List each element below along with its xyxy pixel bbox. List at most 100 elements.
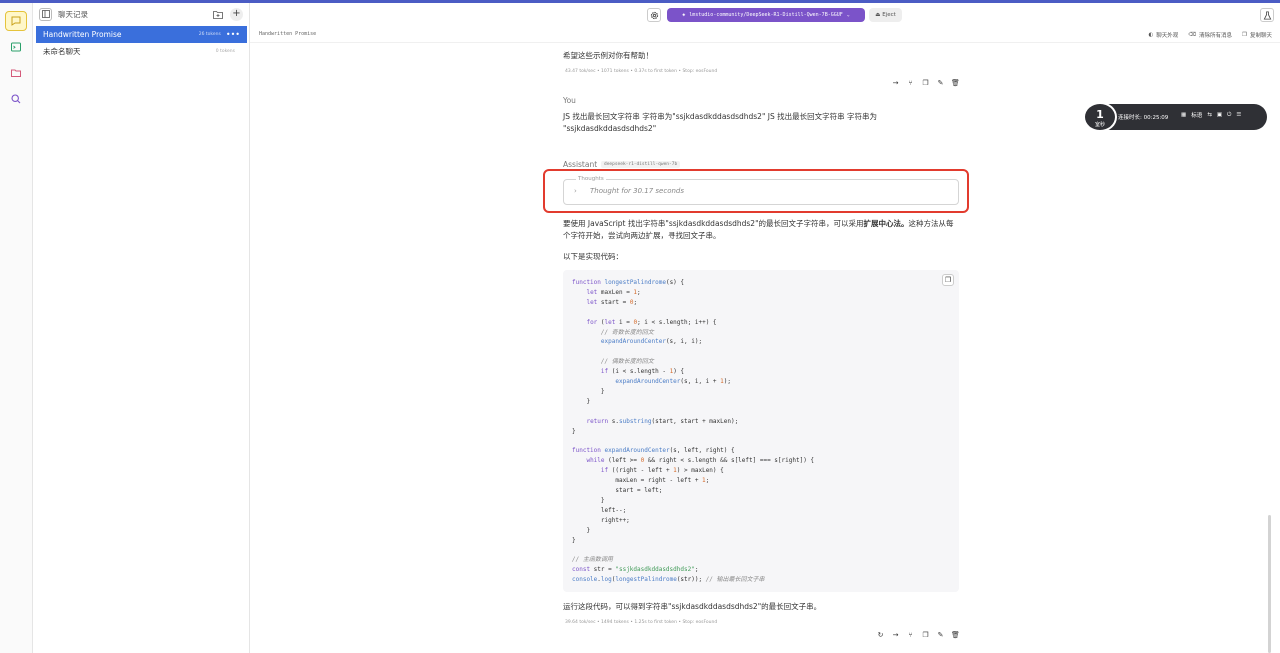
broom-icon: ⌫ (1188, 32, 1197, 38)
model-selector[interactable]: ◈ lmstudio-community/DeepSeek-R1-Distill… (667, 8, 865, 22)
menu-icon[interactable]: ☰ (1236, 112, 1241, 118)
new-chat-button[interactable]: + (230, 7, 243, 21)
power-icon[interactable]: ⏻ (1227, 112, 1231, 119)
eject-label: Eject (882, 12, 896, 18)
folder-icon (11, 69, 21, 77)
chat-item-tokens: 0 tokens (215, 49, 235, 54)
copy-icon: ❐ (944, 276, 952, 284)
copy-icon: ❐ (922, 630, 929, 639)
assistant-model-tag: deepseek-r1-distill-qwen-7b (601, 161, 681, 168)
code-line: } (572, 526, 591, 534)
copy-message-button[interactable]: ❐ (920, 629, 931, 640)
edit-icon: ✎ (937, 78, 944, 87)
toggle-sidebar-button[interactable] (39, 7, 52, 21)
edit-message-button[interactable]: ✎ (935, 629, 946, 640)
search-nav-button[interactable] (5, 89, 27, 109)
copy-message-button[interactable]: ❐ (920, 77, 931, 88)
badge-label: 室秒 (1094, 122, 1105, 128)
code-line: } (572, 397, 591, 405)
clear-messages-label: 清除所有消息 (1199, 33, 1233, 39)
trash-icon: 🗑 (951, 630, 960, 639)
assistant-role-label: Assistant (563, 160, 598, 169)
trash-icon: 🗑 (951, 78, 960, 87)
continue-button[interactable]: → (890, 629, 901, 640)
more-options-icon[interactable]: ••• (226, 30, 240, 39)
code-line: start = left; (572, 487, 663, 495)
chat-item-title: Handwritten Promise (43, 30, 122, 39)
code-line: } (572, 496, 605, 504)
assistant-intro-text: 要使用 JavaScript 找出字符串"ssjkdasdkddasdsdhds… (563, 218, 959, 242)
code-line: left--; (572, 506, 627, 514)
user-role-label: You (563, 96, 576, 105)
final-message-actions: ↻ → ⑂ ❐ ✎ 🗑 (875, 629, 961, 640)
swap-icon[interactable]: ⇆ (1207, 112, 1212, 118)
sidebar-icon (41, 10, 50, 18)
sidebar-header: 聊天记录 + (33, 3, 249, 25)
new-folder-button[interactable] (211, 8, 224, 21)
code-line: function expandAroundCenter(s, left, rig… (572, 447, 735, 455)
final-generation-stats: 39.64 tok/sec • 1494 tokens • 1.25s to f… (565, 620, 718, 625)
duplicate-chat-label: 复制聊天 (1249, 33, 1272, 39)
scrollbar-thumb[interactable] (1268, 515, 1271, 653)
session-badge[interactable]: 1 室秒 (1083, 102, 1117, 132)
delete-message-button[interactable]: 🗑 (950, 77, 961, 88)
regenerate-button[interactable]: ↻ (875, 629, 886, 640)
plus-icon: + (232, 8, 241, 19)
code-line: right++; (572, 516, 630, 524)
closing-text: 运行这段代码，可以得到字符串"ssjkdasdkddasdsdhds2"的最长回… (563, 602, 822, 611)
code-line: // 偶数长度的回文 (600, 358, 654, 366)
gear-icon (650, 11, 658, 19)
copy-icon: ❐ (922, 78, 929, 87)
settings-button[interactable] (647, 8, 661, 22)
branch-button[interactable]: ⑂ (905, 77, 916, 88)
image-icon[interactable]: ▣ (1217, 112, 1222, 118)
search-icon (11, 94, 21, 104)
top-bar: ◈ lmstudio-community/DeepSeek-R1-Distill… (250, 3, 1280, 27)
code-line: let maxLen = 1; (586, 288, 641, 296)
intro-text-bold: 扩展中心法。 (863, 219, 909, 228)
branch-button[interactable]: ⑂ (905, 629, 916, 640)
edit-icon: ✎ (937, 630, 944, 639)
terminal-icon (11, 42, 21, 52)
copy-code-button[interactable]: ❐ (942, 274, 954, 286)
developer-nav-button[interactable] (5, 37, 27, 57)
chat-sidebar: 聊天记录 + Handwritten Promise 26 tokens •••… (33, 3, 250, 653)
session-controls: ▦ 标语 ⇆ ▣ ⏻ ☰ (1181, 111, 1241, 120)
experimental-button[interactable] (1260, 8, 1274, 22)
duplicate-chat-button[interactable]: ❐ 复制聊天 (1242, 31, 1272, 39)
branch-icon: ⑂ (908, 630, 913, 639)
session-item-label[interactable]: 标语 (1191, 111, 1202, 119)
models-nav-button[interactable] (5, 63, 27, 83)
previous-assistant-text: 希望这些示例对你有帮助！ (563, 51, 653, 60)
eject-button[interactable]: ⏏ Eject (869, 8, 902, 22)
eject-icon: ⏏ (875, 12, 881, 18)
chat-item-title: 未命名聊天 (43, 47, 81, 56)
clear-messages-button[interactable]: ⌫ 清除所有消息 (1188, 31, 1232, 39)
edit-message-button[interactable]: ✎ (935, 77, 946, 88)
chat-appearance-label: 聊天外观 (1156, 33, 1179, 39)
chat-list-item[interactable]: Handwritten Promise 26 tokens ••• (36, 26, 247, 43)
folder-plus-icon (212, 10, 223, 19)
code-line: } (572, 387, 605, 395)
chat-list-item[interactable]: 未命名聊天 0 tokens (36, 43, 247, 60)
user-message-text: JS 找出最长回文字符串 字符串为"ssjkdasdkddasdsdhds2" … (563, 112, 878, 133)
chat-nav-button[interactable] (5, 11, 27, 31)
code-line: expandAroundCenter(s, i, i + 1); (615, 378, 731, 386)
palette-icon: ◐ (1148, 32, 1154, 38)
grid-icon[interactable]: ▦ (1181, 112, 1186, 118)
chat-appearance-button[interactable]: ◐ 聊天外观 (1148, 31, 1178, 39)
code-line: // 奇数长度的回文 (600, 328, 654, 336)
code-line: for (let i = 0; i < s.length; i++) { (586, 318, 717, 326)
badge-number: 1 (1096, 108, 1104, 121)
continue-button[interactable]: → (890, 77, 901, 88)
flask-icon (1263, 10, 1271, 20)
delete-message-button[interactable]: 🗑 (950, 629, 961, 640)
arrow-right-icon: → (892, 630, 899, 639)
previous-generation-stats: 43.47 tok/sec • 1071 tokens • 0.37s to f… (565, 69, 718, 74)
model-icon: ◈ (682, 12, 686, 18)
arrow-right-icon: → (892, 78, 899, 87)
code-line: if ((right - left + 1) > maxLen) { (600, 467, 724, 475)
